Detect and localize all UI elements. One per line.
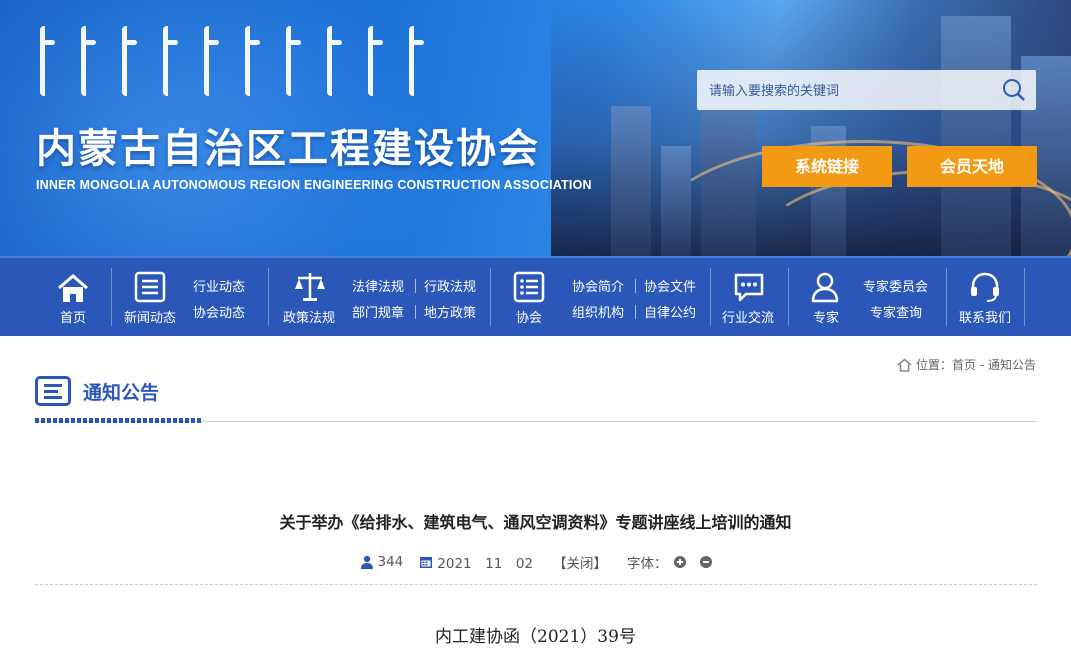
home-icon (58, 274, 88, 302)
font-increase-icon[interactable] (673, 556, 686, 568)
search-box (697, 70, 1036, 112)
calendar-icon (420, 557, 433, 568)
list-icon (513, 271, 545, 303)
nav-assoc-docs-link[interactable]: 协会文件 (644, 276, 696, 295)
nav-sub-divider (635, 305, 636, 319)
banner-city-image (551, 0, 1071, 256)
nav-org-structure-link[interactable]: 组织机构 (572, 302, 624, 321)
org-name-cn: 内蒙古自治区工程建设协会 (36, 126, 540, 172)
nav-divider (1024, 268, 1025, 326)
main-nav: 首页 新闻动态 行业动态 协会动态 政策法规 法律法规 行政法规 部门规章 地方… (0, 256, 1071, 336)
user-icon (811, 272, 839, 303)
views-value: 344 (377, 554, 404, 570)
nav-assoc-news-link[interactable]: 协会动态 (193, 302, 245, 321)
scales-icon (295, 273, 325, 301)
nav-dept-rules-link[interactable]: 部门规章 (352, 302, 404, 321)
nav-self-discipline-link[interactable]: 自律公约 (644, 302, 696, 321)
nav-exchange-label: 行业交流 (722, 311, 775, 326)
nav-laws-link[interactable]: 法律法规 (352, 276, 404, 295)
nav-policy[interactable]: 政策法规 法律法规 行政法规 部门规章 地方政策 (269, 258, 489, 336)
nav-industry-news-link[interactable]: 行业动态 (193, 276, 245, 295)
date-value: 2021 11 02 (437, 556, 533, 572)
meta-divider (35, 584, 1037, 585)
breadcrumb-text[interactable]: 位置：首页 - 通知公告 (916, 356, 1036, 373)
nav-expert[interactable]: 专家 专家委员会 专家查询 (789, 258, 945, 336)
chat-icon (734, 273, 764, 302)
breadcrumb: 位置：首页 - 通知公告 (897, 356, 1036, 373)
nav-policy-label: 政策法规 (283, 311, 336, 326)
org-name-en: INNER MONGOLIA AUTONOMOUS REGION ENGINEE… (36, 178, 592, 192)
search-icon[interactable] (1002, 78, 1026, 102)
user-icon (360, 555, 373, 569)
nav-assoc-intro-link[interactable]: 协会简介 (572, 276, 624, 295)
member-area-button[interactable]: 会员天地 (907, 146, 1037, 187)
search-input[interactable] (707, 70, 991, 112)
nav-home-label: 首页 (60, 311, 87, 326)
nav-admin-regs-link[interactable]: 行政法规 (424, 276, 476, 295)
nav-news[interactable]: 新闻动态 行业动态 协会动态 (112, 258, 270, 336)
font-decrease-icon[interactable] (699, 556, 712, 568)
publish-date: 2021 11 02 (419, 552, 533, 572)
section-title: 通知公告 (83, 381, 160, 404)
section-header: 通知公告 (35, 376, 159, 406)
nav-sub-divider (415, 305, 416, 319)
nav-contact-label: 联系我们 (959, 311, 1012, 326)
nav-contact[interactable]: 联系我们 (947, 258, 1023, 336)
header-banner: 内蒙古自治区工程建设协会 INNER MONGOLIA AUTONOMOUS R… (0, 0, 1071, 256)
system-links-button[interactable]: 系统链接 (762, 146, 892, 187)
nav-sub-divider (635, 279, 636, 293)
nav-assoc-label: 协会 (516, 311, 543, 326)
views-count: 344 (360, 554, 404, 570)
nav-local-policy-link[interactable]: 地方政策 (424, 302, 476, 321)
nav-sub-divider (415, 279, 416, 293)
nav-expert-label: 专家 (813, 311, 840, 326)
nav-expert-query-link[interactable]: 专家查询 (870, 302, 922, 321)
nav-assoc[interactable]: 协会 协会简介 协会文件 组织机构 自律公约 (491, 258, 709, 336)
nav-news-label: 新闻动态 (124, 311, 177, 326)
building (611, 106, 651, 256)
home-icon (897, 357, 912, 372)
nav-home[interactable]: 首页 (40, 258, 110, 336)
font-size-label: 字体： (627, 556, 668, 572)
article-title: 关于举办《给排水、建筑电气、通风空调资料》专题讲座线上培训的通知 (279, 513, 792, 532)
document-list-icon (35, 376, 71, 406)
nav-exchange[interactable]: 行业交流 (711, 258, 787, 336)
section-ornament (35, 418, 203, 423)
newspaper-icon (134, 271, 166, 303)
mongolian-script-logo (40, 26, 424, 96)
close-link[interactable]: 【关闭】 (553, 552, 607, 572)
nav-expert-committee-link[interactable]: 专家委员会 (863, 276, 928, 295)
headset-icon (971, 272, 999, 302)
document-number: 内工建协函（2021）39号 (435, 627, 636, 647)
article-meta: 344 2021 11 02 【关闭】 字体： (0, 552, 1071, 572)
